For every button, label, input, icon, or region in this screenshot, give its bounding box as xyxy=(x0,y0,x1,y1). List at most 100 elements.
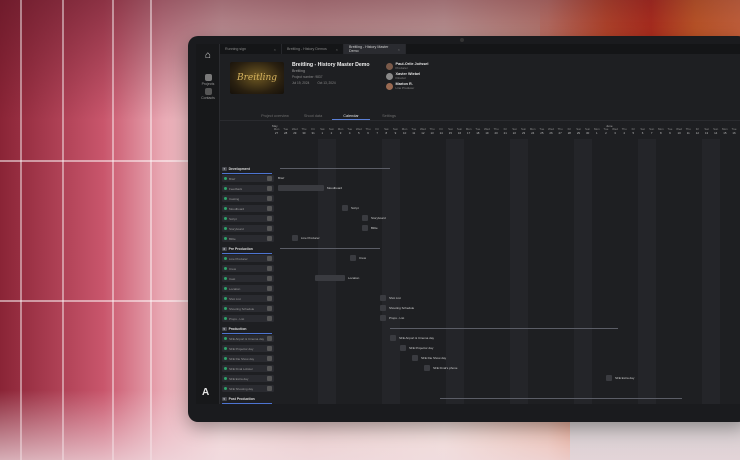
day-number: 15 xyxy=(448,130,452,135)
task-bar[interactable] xyxy=(362,215,368,221)
task-bar[interactable] xyxy=(424,365,430,371)
gantt-task[interactable]: Props - List xyxy=(380,315,404,321)
row-label[interactable]: Storyboard xyxy=(222,225,274,232)
row-label[interactable]: Props - List xyxy=(222,315,274,322)
gantt-task[interactable]: SFE Final's phone xyxy=(424,365,457,371)
task-bar[interactable] xyxy=(412,355,418,361)
status-dot-icon xyxy=(224,227,227,230)
row-label[interactable]: SFE Projector day xyxy=(222,345,274,352)
day-column-header: Sun 9 xyxy=(391,127,400,135)
gantt-task[interactable]: Bible xyxy=(362,225,378,231)
tab-project-overview[interactable]: Project overview xyxy=(256,112,294,120)
day-column-header: Tue 18 xyxy=(473,127,482,135)
row-label[interactable]: SFE Extra day xyxy=(222,375,274,382)
task-bar[interactable] xyxy=(278,185,324,191)
gantt-task[interactable]: Location xyxy=(315,275,359,281)
project-number-text: Project number: 9837 xyxy=(292,75,323,79)
gantt-task[interactable]: Storyboard xyxy=(362,215,386,221)
task-bar[interactable] xyxy=(606,375,612,381)
row-label[interactable]: Location xyxy=(222,285,274,292)
row-label[interactable]: SFE Die Show day xyxy=(222,355,274,362)
task-label: Location xyxy=(348,276,360,280)
task-bar[interactable] xyxy=(342,205,348,211)
day-column-header: Fri 28 xyxy=(565,127,574,135)
row-label-text: Line Producer xyxy=(229,256,248,261)
gantt-task[interactable]: Shot List xyxy=(380,295,401,301)
nav-contacts[interactable]: Contacts xyxy=(196,88,220,100)
row-label[interactable]: Feedback xyxy=(222,185,274,192)
close-icon[interactable]: × xyxy=(274,47,276,52)
gantt-task[interactable]: Crew xyxy=(350,255,366,261)
day-column-header: Fri 5 xyxy=(629,127,638,135)
row-label[interactable]: Shot List xyxy=(222,295,274,302)
tab-0[interactable]: Running sign × xyxy=(220,44,282,54)
gantt-task[interactable]: SFE Airport & Cinema day xyxy=(390,335,434,341)
left-rail: ⌂ Projects Contacts A xyxy=(196,44,220,404)
person[interactable]: Xavier Wiebel Director xyxy=(385,72,429,80)
person[interactable]: Paul-Orile Joëssel Producer xyxy=(385,62,428,70)
task-bar[interactable] xyxy=(390,335,396,341)
gantt-task[interactable]: Line Producer xyxy=(292,235,320,241)
thumbnail-icon xyxy=(267,286,272,291)
task-bar[interactable] xyxy=(292,235,298,241)
row-label[interactable]: Brief xyxy=(222,175,274,182)
task-bar[interactable] xyxy=(380,305,386,311)
row-label[interactable]: Cast xyxy=(222,275,274,282)
thumbnail-icon xyxy=(267,376,272,381)
row-label[interactable]: SFE Shooting day xyxy=(222,385,274,392)
nav-projects[interactable]: Projects xyxy=(196,74,220,86)
gantt-task[interactable]: SFE Extra day xyxy=(606,375,634,381)
section-header[interactable]: 5 Production xyxy=(222,325,274,332)
row-label[interactable]: Moodboard xyxy=(222,205,274,212)
day-number: 29 xyxy=(293,130,297,135)
person[interactable]: Marion R. Line Producer xyxy=(385,82,429,90)
task-bar[interactable] xyxy=(362,225,368,231)
person-role: Line Producer xyxy=(395,86,415,90)
section-header[interactable]: 5 Post Production xyxy=(222,395,274,402)
gantt-task[interactable]: SFE Die Show day xyxy=(412,355,446,361)
tab-calendar[interactable]: Calendar xyxy=(332,112,370,120)
gantt-task[interactable]: Shooting Schedule xyxy=(380,305,414,311)
thumbnail-icon xyxy=(267,216,272,221)
row-label[interactable]: Line Producer xyxy=(222,255,274,262)
day-number: 10 xyxy=(677,130,681,135)
row-label[interactable]: Script xyxy=(222,215,274,222)
tab-1[interactable]: Breitling - History Demos × xyxy=(282,44,344,54)
thumbnail-icon xyxy=(267,316,272,321)
day-number: 28 xyxy=(284,130,288,135)
row-label[interactable]: SFE Final Lobster xyxy=(222,365,274,372)
row-label-text: SFE Projector day xyxy=(229,346,254,351)
task-bar[interactable] xyxy=(350,255,356,261)
gantt-task[interactable]: Moodboard xyxy=(278,185,342,191)
close-icon[interactable]: × xyxy=(336,47,338,52)
task-bar[interactable] xyxy=(400,345,406,351)
row-label[interactable]: Casting xyxy=(222,195,274,202)
day-number: 1 xyxy=(321,130,324,135)
task-bar[interactable] xyxy=(380,295,386,301)
row-label[interactable]: Crew xyxy=(222,265,274,272)
gantt-task[interactable]: Brief xyxy=(278,175,284,181)
task-bar[interactable] xyxy=(380,315,386,321)
day-header: Mon 27 Tue 28 Wed 29 Thu 30 Fri 31 Sat 1 Sun 2 Mon 3 Tue… xyxy=(220,127,740,139)
row-label[interactable]: SFE Airport & Cinema day xyxy=(222,335,274,342)
close-icon[interactable]: × xyxy=(398,47,400,52)
section-header[interactable]: 7 Development xyxy=(222,165,274,172)
app-logo-icon[interactable]: ⌂ xyxy=(202,50,214,62)
day-column-header: Fri 7 xyxy=(373,127,382,135)
gantt-task[interactable]: SFE Projector day xyxy=(400,345,433,351)
row-label[interactable]: Shooting Schedule xyxy=(222,305,274,312)
tab-shoot-data[interactable]: Shoot data xyxy=(294,112,332,120)
tab-settings[interactable]: Settings xyxy=(370,112,408,120)
tab-2[interactable]: Breitling - History Master Demo × xyxy=(344,44,406,54)
row-label[interactable]: Bible xyxy=(222,235,274,242)
day-column-header: Sat 22 xyxy=(510,127,519,135)
day-number: 8 xyxy=(659,130,662,135)
task-label: Brief xyxy=(278,176,285,180)
task-bar[interactable] xyxy=(315,275,345,281)
section-underline xyxy=(222,332,272,334)
section-header[interactable]: 6 Pre Production xyxy=(222,245,274,252)
day-number: 7 xyxy=(650,130,653,135)
gantt-task[interactable]: Script xyxy=(342,205,359,211)
status-dot-icon xyxy=(224,357,227,360)
thumbnail-icon xyxy=(267,196,272,201)
